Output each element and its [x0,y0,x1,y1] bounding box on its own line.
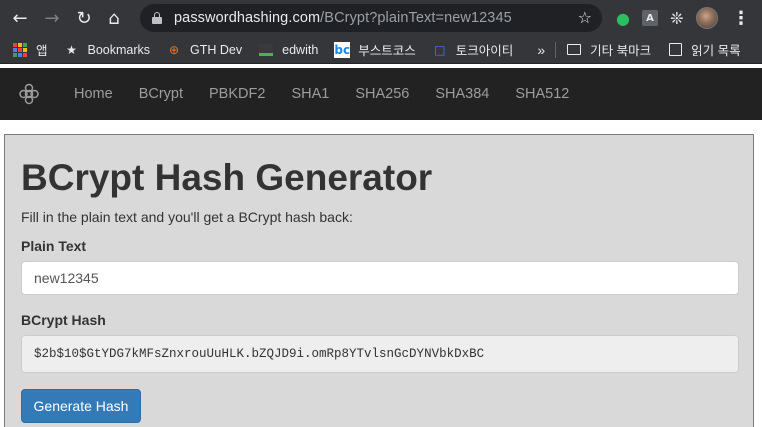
bookmark-edwith[interactable]: edwith [258,42,318,58]
site-navbar: Home BCrypt PBKDF2 SHA1 SHA256 SHA384 SH… [0,68,762,120]
url-path: /BCrypt?plainText=new12345 [320,10,512,26]
bookmark-other-folder[interactable]: 기타 북마크 [566,40,651,59]
plain-text-input[interactable]: new12345 [21,261,739,295]
extensions-puzzle-icon[interactable]: ❊ [666,7,688,29]
reading-list[interactable]: 읽기 목록 [667,40,741,59]
nav-link-sha1[interactable]: SHA1 [291,86,329,102]
star-icon: ★ [66,42,77,57]
generator-panel: BCrypt Hash Generator Fill in the plain … [4,134,754,427]
extension-a-icon[interactable]: A [642,10,658,26]
nav-link-sha512[interactable]: SHA512 [515,86,569,102]
browser-toolbar: ← → ↻ ⌂ passwordhashing.com/BCrypt?plain… [0,0,762,36]
logo-rings-icon [19,83,39,105]
browser-menu-icon[interactable]: ⋮ [730,7,752,29]
bookmark-boostcourse[interactable]: bc 부스트코스 [334,40,416,59]
apps-grid-icon [12,42,28,58]
bookmark-apps[interactable]: 앱 [12,40,48,59]
edwith-icon [258,42,274,58]
back-arrow-icon[interactable]: ← [6,4,34,32]
bookmark-label: 읽기 목록 [691,44,741,58]
address-bar[interactable]: passwordhashing.com/BCrypt?plainText=new… [140,4,602,32]
lock-icon[interactable] [152,12,162,24]
bookmark-star-icon[interactable]: ☆ [578,8,592,27]
bookmark-gth-dev[interactable]: ⊕ GTH Dev [166,42,242,58]
boostcourse-icon: bc [334,41,351,58]
folder-icon [566,42,582,58]
page-content: BCrypt Hash Generator Fill in the plain … [0,120,762,427]
bookmark-label: edwith [282,42,319,57]
more-bookmarks-chevron-icon[interactable]: » [537,42,545,58]
page-title: BCrypt Hash Generator [21,157,433,198]
bookmark-bookmarks[interactable]: ★ Bookmarks [64,42,151,58]
bookmarks-bar: 앱 ★ Bookmarks ⊕ GTH Dev edwith bc 부스트코스 … [0,36,762,64]
bookmark-label: 앱 [36,44,48,58]
bookmark-label: Bookmarks [87,42,151,57]
nav-link-home[interactable]: Home [74,86,113,102]
url-text: passwordhashing.com/BCrypt?plainText=new… [174,10,512,26]
site-logo[interactable] [0,68,58,120]
bookmark-talkit[interactable]: □ 토크아이티 [432,40,514,59]
nav-link-bcrypt[interactable]: BCrypt [139,86,183,102]
nav-link-sha384[interactable]: SHA384 [435,86,489,102]
bcrypt-hash-output[interactable]: $2b$10$GtYDG7kMFsZnxrouUuHLK.bZQJD9i.omR… [21,335,739,373]
plain-text-label: Plain Text [21,238,87,254]
gth-dev-icon: ⊕ [169,42,180,57]
bcrypt-hash-label: BCrypt Hash [21,312,106,328]
nav-link-sha256[interactable]: SHA256 [355,86,409,102]
forward-arrow-icon[interactable]: → [38,4,66,32]
reload-icon[interactable]: ↻ [70,4,98,32]
talkit-icon: □ [434,42,446,57]
nav-link-pbkdf2[interactable]: PBKDF2 [209,86,265,102]
profile-avatar[interactable] [696,7,718,29]
evernote-icon[interactable]: ● [612,7,634,29]
reading-list-icon [667,42,683,58]
bookmark-label: GTH Dev [190,42,243,57]
page-description: Fill in the plain text and you'll get a … [21,209,353,225]
generate-hash-button[interactable]: Generate Hash [21,389,141,423]
bookmarks-divider [555,41,557,58]
extensions-area: ● A ❊ ⋮ [612,4,752,32]
url-host: passwordhashing.com [174,10,321,26]
home-icon[interactable]: ⌂ [100,4,128,32]
bookmark-label: 토크아이티 [455,44,514,58]
bookmark-label: 기타 북마크 [590,44,652,58]
bookmark-label: 부스트코스 [358,44,416,58]
